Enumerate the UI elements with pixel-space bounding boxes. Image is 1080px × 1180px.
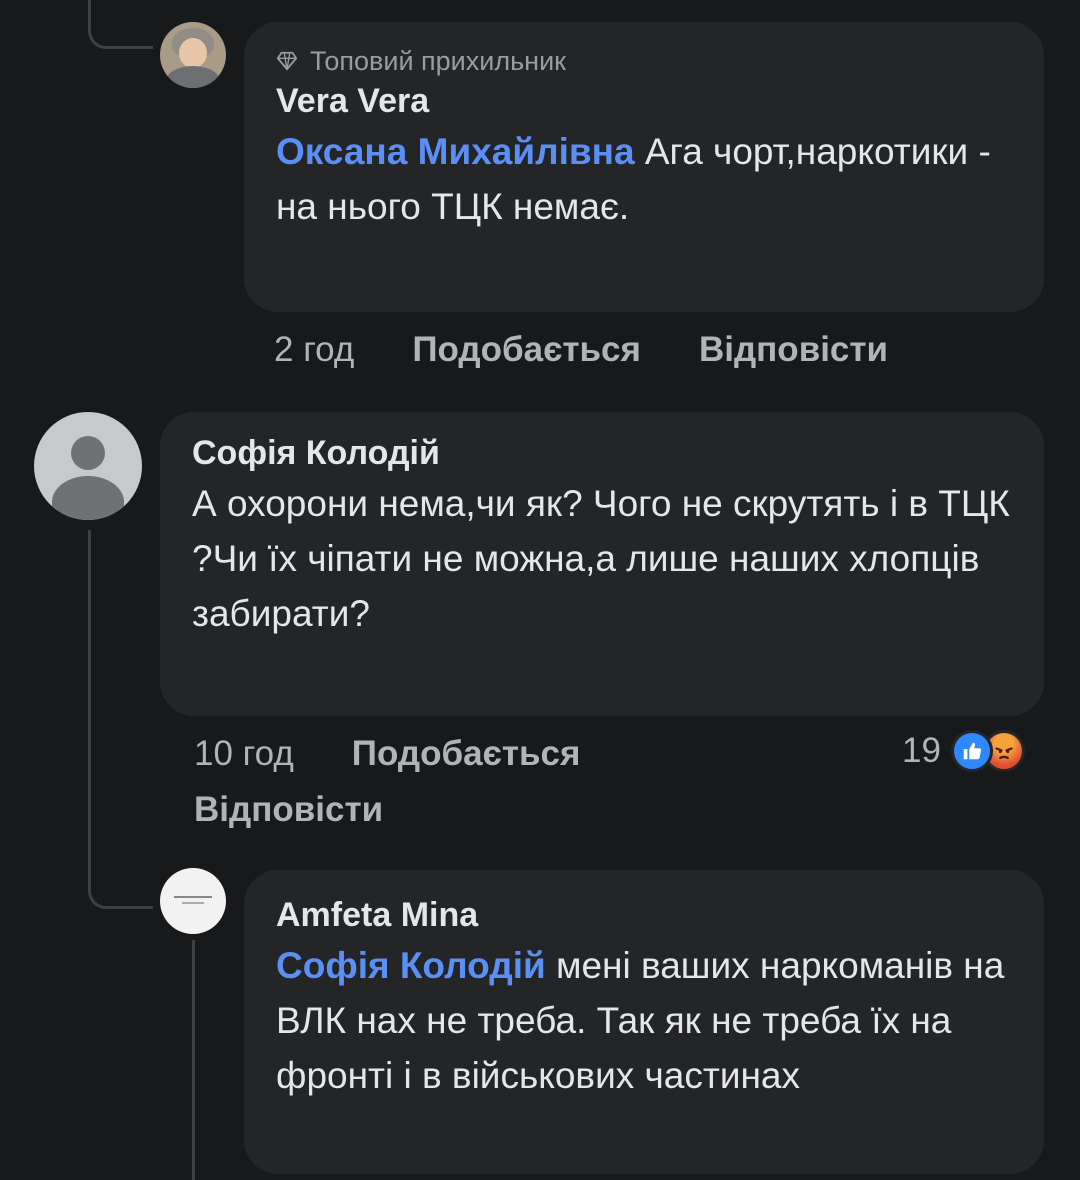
comment-author[interactable]: Vera Vera — [276, 78, 1012, 124]
top-fan-badge: Топовий прихильник — [276, 44, 1012, 78]
comment-text: Софія Колодій мені ваших наркоманів на В… — [276, 938, 1012, 1103]
comment-bubble-amfeta-mina: Amfeta Mina Софія Колодій мені ваших нар… — [244, 870, 1044, 1174]
comment-thread: Топовий прихильник Vera Vera Оксана Миха… — [0, 0, 1080, 1180]
reply-button[interactable]: Відповісти — [699, 330, 888, 370]
thread-connector-bottom — [192, 940, 195, 1180]
avatar-logo-mark — [182, 902, 204, 904]
comment-text: А охорони нема,чи як? Чого не скрутять і… — [192, 483, 1010, 634]
avatar-placeholder-shoulders — [52, 476, 124, 520]
mention-link[interactable]: Софія Колодій — [276, 945, 546, 986]
reaction-summary[interactable]: 19 — [902, 730, 1025, 772]
badge-label: Топовий прихильник — [310, 45, 566, 76]
comment-bubble-vera-vera: Топовий прихильник Vera Vera Оксана Миха… — [244, 22, 1044, 312]
diamond-icon — [276, 51, 298, 71]
avatar-sofia-kolodii[interactable] — [34, 412, 142, 520]
comment-timestamp[interactable]: 2 год — [274, 330, 354, 370]
mention-link[interactable]: Оксана Михайлівна — [276, 131, 635, 172]
reply-button[interactable]: Відповісти — [194, 790, 383, 830]
comment-actions: 2 год Подобається Відповісти — [274, 330, 888, 370]
comment-author[interactable]: Amfeta Mina — [276, 892, 1012, 938]
reaction-count: 19 — [902, 731, 941, 770]
avatar-placeholder-head — [71, 436, 105, 470]
avatar-amfeta-mina[interactable] — [160, 868, 226, 934]
like-button[interactable]: Подобається — [412, 330, 641, 370]
thread-connector-top — [88, 0, 153, 49]
comment-actions: 10 год Подобається — [194, 734, 580, 774]
comment-bubble-sofia-kolodii: Софія Колодій А охорони нема,чи як? Чого… — [160, 412, 1044, 716]
comment-timestamp[interactable]: 10 год — [194, 734, 294, 774]
comment-author[interactable]: Софія Колодій — [192, 430, 1012, 476]
avatar-logo-mark — [174, 896, 212, 898]
avatar-face — [179, 38, 207, 68]
like-icon — [950, 730, 993, 772]
avatar-vera-vera[interactable] — [160, 22, 226, 88]
avatar-body — [166, 66, 220, 88]
comment-text: Оксана Михайлівна Ага чорт,наркотики - н… — [276, 124, 1012, 234]
thread-connector-mid — [88, 530, 91, 870]
like-button[interactable]: Подобається — [352, 734, 581, 774]
thread-connector-elbow — [88, 850, 153, 909]
